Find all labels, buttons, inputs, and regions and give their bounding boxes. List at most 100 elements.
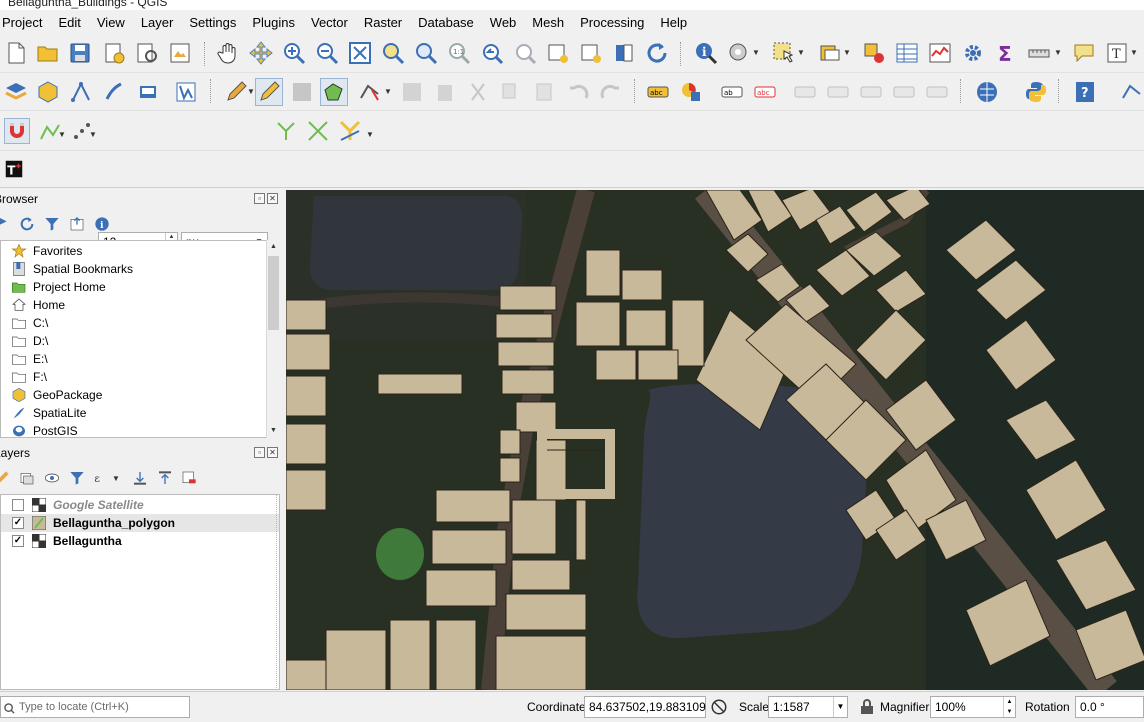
filter-by-expression-icon[interactable]: ε	[93, 470, 109, 486]
zoom-out-icon[interactable]	[315, 41, 339, 65]
cut-features-icon[interactable]	[466, 80, 490, 104]
chevron-down-icon[interactable]: ▼	[843, 41, 852, 65]
show-unplaced-labels-icon[interactable]: abc	[753, 80, 777, 104]
current-edits-icon[interactable]	[224, 80, 248, 104]
zoom-to-layer-icon[interactable]	[414, 41, 438, 65]
scrollbar-thumb[interactable]	[268, 256, 279, 330]
collapse-all-icon[interactable]	[69, 216, 85, 232]
filter-legend-icon[interactable]	[69, 470, 85, 486]
toggle-extents-icon[interactable]	[710, 698, 728, 716]
digitize-icon[interactable]	[102, 80, 126, 104]
layer-visibility-checkbox[interactable]: ✓	[12, 535, 24, 547]
menu-raster[interactable]: Raster	[356, 10, 410, 36]
chevron-down-icon[interactable]: ▼	[833, 697, 847, 717]
chevron-down-icon[interactable]: ▼	[1054, 41, 1063, 65]
new-geopackage-layer-icon[interactable]	[36, 80, 60, 104]
menu-web[interactable]: Web	[482, 10, 525, 36]
menu-project[interactable]: Project	[0, 10, 50, 36]
delete-selected-icon[interactable]	[433, 80, 457, 104]
zoom-next-icon[interactable]	[513, 41, 537, 65]
manage-visibility-icon[interactable]	[44, 470, 60, 486]
chevron-down-icon[interactable]: ▼	[752, 41, 761, 65]
chevron-down-icon[interactable]: ▼	[58, 123, 67, 147]
menu-processing[interactable]: Processing	[572, 10, 652, 36]
add-group-icon[interactable]	[19, 470, 35, 486]
help-icon[interactable]: ?	[1073, 80, 1097, 104]
vertex-tool-icon[interactable]	[358, 80, 382, 104]
copy-features-icon[interactable]	[499, 80, 523, 104]
field-calculator-icon[interactable]	[928, 41, 952, 65]
scroll-down-icon[interactable]: ▼	[267, 424, 280, 438]
data-source-manager-icon[interactable]	[4, 80, 28, 104]
python-console-icon[interactable]	[1024, 80, 1048, 104]
select-by-value-icon[interactable]	[818, 41, 842, 65]
chevron-down-icon[interactable]: ▼	[112, 467, 121, 489]
deselect-features-icon[interactable]	[862, 41, 886, 65]
info-icon[interactable]: i	[94, 216, 110, 232]
layer-item-google-satellite[interactable]: Google Satellite	[1, 496, 279, 514]
paste-features-icon[interactable]	[532, 80, 556, 104]
chevron-down-icon[interactable]: ▼	[366, 123, 375, 147]
gps-device-icon[interactable]	[136, 80, 160, 104]
chevron-down-icon[interactable]: ▼	[1130, 41, 1139, 65]
plugin-icon[interactable]	[1120, 80, 1144, 104]
new-project-icon[interactable]	[4, 41, 28, 65]
coordinate-field[interactable]: 84.637502,19.883109	[584, 696, 706, 718]
diagram-options-icon[interactable]	[679, 80, 703, 104]
remove-layer-icon[interactable]	[181, 470, 197, 486]
lock-scale-icon[interactable]	[860, 699, 874, 715]
style-manager-icon[interactable]	[168, 41, 192, 65]
layer-item-bellaguntha[interactable]: ✓ Bellaguntha	[1, 532, 279, 550]
spin-arrows-icon[interactable]: ▲▼	[1003, 697, 1015, 717]
menu-mesh[interactable]: Mesh	[524, 10, 572, 36]
layer-item-bellaguntha-polygon[interactable]: ✓ Bellaguntha_polygon	[1, 514, 279, 532]
menu-settings[interactable]: Settings	[181, 10, 244, 36]
close-panel-icon[interactable]: ✕	[267, 193, 278, 204]
chevron-down-icon[interactable]: ▼	[89, 123, 98, 147]
new-3d-map-view-icon[interactable]	[579, 41, 603, 65]
new-shapefile-layer-icon[interactable]	[69, 80, 93, 104]
toggle-editing-icon[interactable]	[255, 78, 283, 106]
rotation-spinbox[interactable]: 0.0 °	[1075, 696, 1144, 718]
menu-layer[interactable]: Layer	[133, 10, 182, 36]
layer-visibility-checkbox[interactable]: ✓	[12, 517, 24, 529]
menu-help[interactable]: Help	[652, 10, 695, 36]
open-project-icon[interactable]	[36, 41, 60, 65]
text-plus-icon[interactable]: T	[5, 160, 23, 178]
show-hide-labels-icon[interactable]	[826, 80, 850, 104]
filter-icon[interactable]	[44, 216, 60, 232]
topological-editing-icon[interactable]	[274, 119, 298, 143]
toolbox-icon[interactable]	[961, 41, 985, 65]
chevron-down-icon[interactable]: ▼	[384, 80, 393, 104]
menu-database[interactable]: Database	[410, 10, 482, 36]
new-print-layout-icon[interactable]	[102, 41, 126, 65]
chevron-down-icon[interactable]: ▼	[797, 41, 806, 65]
menu-edit[interactable]: Edit	[50, 10, 88, 36]
scale-select[interactable]: 1:1587 ▼	[768, 696, 848, 718]
menu-plugins[interactable]: Plugins	[244, 10, 303, 36]
text-annotation-icon[interactable]: T	[1105, 41, 1129, 65]
select-features-icon[interactable]	[772, 41, 796, 65]
zoom-to-selection-icon[interactable]	[381, 41, 405, 65]
add-polygon-feature-icon[interactable]	[320, 78, 348, 106]
label-tool-icon[interactable]: abc	[646, 80, 670, 104]
menu-view[interactable]: View	[89, 10, 133, 36]
pin-labels-icon[interactable]	[793, 80, 817, 104]
style-layer-icon[interactable]	[0, 470, 10, 486]
measure-line-icon[interactable]	[1027, 41, 1051, 65]
zoom-in-icon[interactable]	[282, 41, 306, 65]
magnet-snapping-icon[interactable]	[4, 118, 30, 144]
close-panel-icon[interactable]: ✕	[267, 447, 278, 458]
virtual-layer-icon[interactable]	[174, 80, 198, 104]
refresh-icon[interactable]	[19, 216, 35, 232]
new-map-view-icon[interactable]	[546, 41, 570, 65]
pan-map-icon[interactable]	[216, 41, 240, 65]
zoom-last-icon[interactable]	[480, 41, 504, 65]
new-bookmark-icon[interactable]	[612, 41, 636, 65]
layers-resize-handle[interactable]	[276, 494, 280, 690]
globe-plugin-icon[interactable]	[975, 80, 999, 104]
save-project-icon[interactable]	[68, 41, 92, 65]
highlight-pinned-labels-icon[interactable]: ab	[720, 80, 744, 104]
scroll-up-icon[interactable]: ▲	[267, 240, 280, 254]
collapse-all-icon[interactable]	[157, 470, 173, 486]
